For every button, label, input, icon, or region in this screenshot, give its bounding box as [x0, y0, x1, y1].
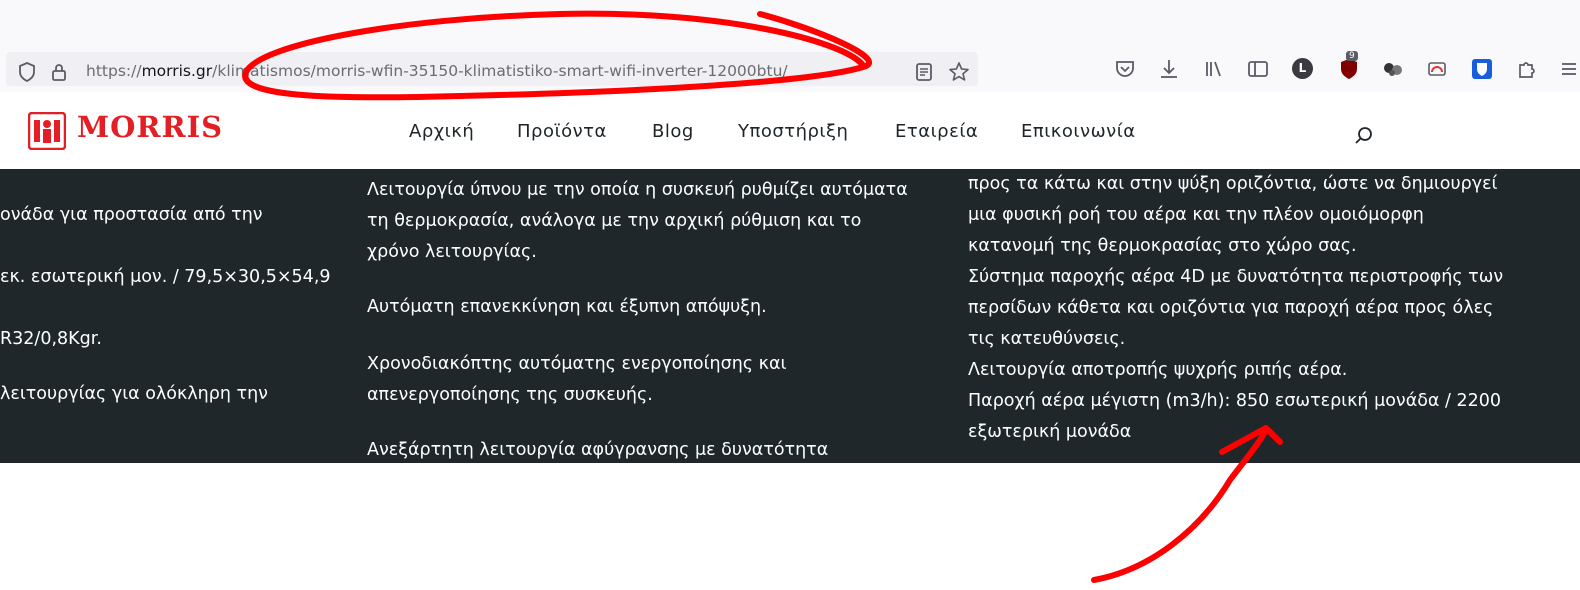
nav-support[interactable]: Υποστήριξη [738, 121, 848, 142]
nav-contact[interactable]: Επικοινωνία [1021, 121, 1136, 142]
spec-line: Λειτουργία ύπνου με την οποία η συσκευή … [367, 180, 908, 200]
spec-line: περσίδων κάθετα και οριζόντια για παροχή… [968, 298, 1494, 318]
lock-icon[interactable] [48, 61, 70, 83]
browser-toolbar: https://morris.gr/klimatismos/morris-wfi… [0, 48, 1580, 93]
spec-line: μια φυσική ροή του αέρα και την πλέον ομ… [968, 205, 1424, 225]
url-prefix: https:// [86, 62, 142, 80]
spec-line: εκ. εσωτερική μον. / 79,5×30,5×54,9 [0, 267, 331, 287]
profile-avatar[interactable]: L [1292, 58, 1313, 79]
product-specs-section: ονάδα για προστασία από την εκ. εσωτερικ… [0, 169, 1580, 463]
spheres-extension-icon[interactable] [1380, 56, 1406, 82]
url-path: /klimatismos/morris-wfin-35150-klimatist… [212, 62, 788, 80]
nav-home[interactable]: Αρχική [409, 121, 474, 142]
spec-line: τη θερμοκρασία, ανάλογα με την αρχική ρύ… [367, 211, 862, 231]
spec-line: τις κατευθύνσεις. [968, 329, 1126, 349]
specs-column-2: Λειτουργία ύπνου με την οποία η συσκευή … [367, 175, 908, 463]
bookmark-star-icon[interactable] [948, 61, 970, 83]
bitwarden-extension-icon[interactable] [1469, 56, 1495, 82]
url-host: morris.gr [141, 62, 213, 80]
download-icon[interactable] [1156, 56, 1182, 82]
spec-line: Αυτόματη επανεκκίνηση και έξυπνη απόψυξη… [367, 297, 767, 317]
spec-line: προς τα κάτω και στην ψύξη οριζόντια, ώσ… [968, 174, 1498, 194]
morris-logo-text[interactable]: MORRIS [77, 110, 223, 144]
address-bar[interactable]: https://morris.gr/klimatismos/morris-wfi… [6, 52, 978, 86]
spec-line: Λειτουργία αποτροπής ψυχρής ριπής αέρα. [968, 360, 1348, 380]
specs-column-3: προς τα κάτω και στην ψύξη οριζόντια, ώσ… [968, 169, 1503, 448]
url-text[interactable]: https://morris.gr/klimatismos/morris-wfi… [86, 62, 788, 80]
spec-line: εξωτερική μονάδα [968, 422, 1132, 442]
spec-line: απενεργοποίησης της συσκευής. [367, 385, 653, 405]
pocket-icon[interactable] [1112, 56, 1138, 82]
search-icon[interactable] [1353, 125, 1375, 147]
spec-line: ονάδα για προστασία από την [0, 205, 263, 225]
extension-badge-count: 9 [1346, 51, 1358, 61]
site-header: MORRIS Αρχική Προϊόντα Blog Υποστήριξη Ε… [0, 92, 1580, 169]
spec-line: Ανεξάρτητη λειτουργία αφύγρανσης με δυνα… [367, 440, 829, 460]
morris-logo-icon[interactable] [28, 112, 66, 150]
browser-tab-strip [0, 0, 1580, 48]
nav-blog[interactable]: Blog [652, 121, 694, 142]
specs-column-1: ονάδα για προστασία από την εκ. εσωτερικ… [0, 200, 331, 410]
spec-line: λειτουργίας για ολόκληρη την [0, 384, 268, 404]
spec-line: Παροχή αέρα μέγιστη (m3/h): 850 εσωτερικ… [968, 391, 1502, 411]
spec-line: Σύστημα παροχής αέρα 4D με δυνατότητα πε… [968, 267, 1504, 287]
library-icon[interactable] [1201, 56, 1227, 82]
nav-company[interactable]: Εταιρεία [895, 121, 978, 142]
spec-line: κατανομή της θερμοκρασίας στο χώρο σας. [968, 236, 1357, 256]
overflow-menu-icon[interactable] [1556, 56, 1580, 82]
shield-icon[interactable] [16, 61, 38, 83]
nav-products[interactable]: Προϊόντα [517, 121, 607, 142]
color-picker-extension-icon[interactable] [1424, 56, 1450, 82]
spec-line: χρόνο λειτουργίας. [367, 242, 537, 262]
reader-view-icon[interactable] [913, 61, 935, 83]
sidebar-icon[interactable] [1245, 56, 1271, 82]
spec-line: Χρονοδιακόπτης αυτόματης ενεργοποίησης κ… [367, 354, 787, 374]
spec-line: R32/0,8Kgr. [0, 329, 102, 349]
extensions-puzzle-icon[interactable] [1514, 56, 1540, 82]
